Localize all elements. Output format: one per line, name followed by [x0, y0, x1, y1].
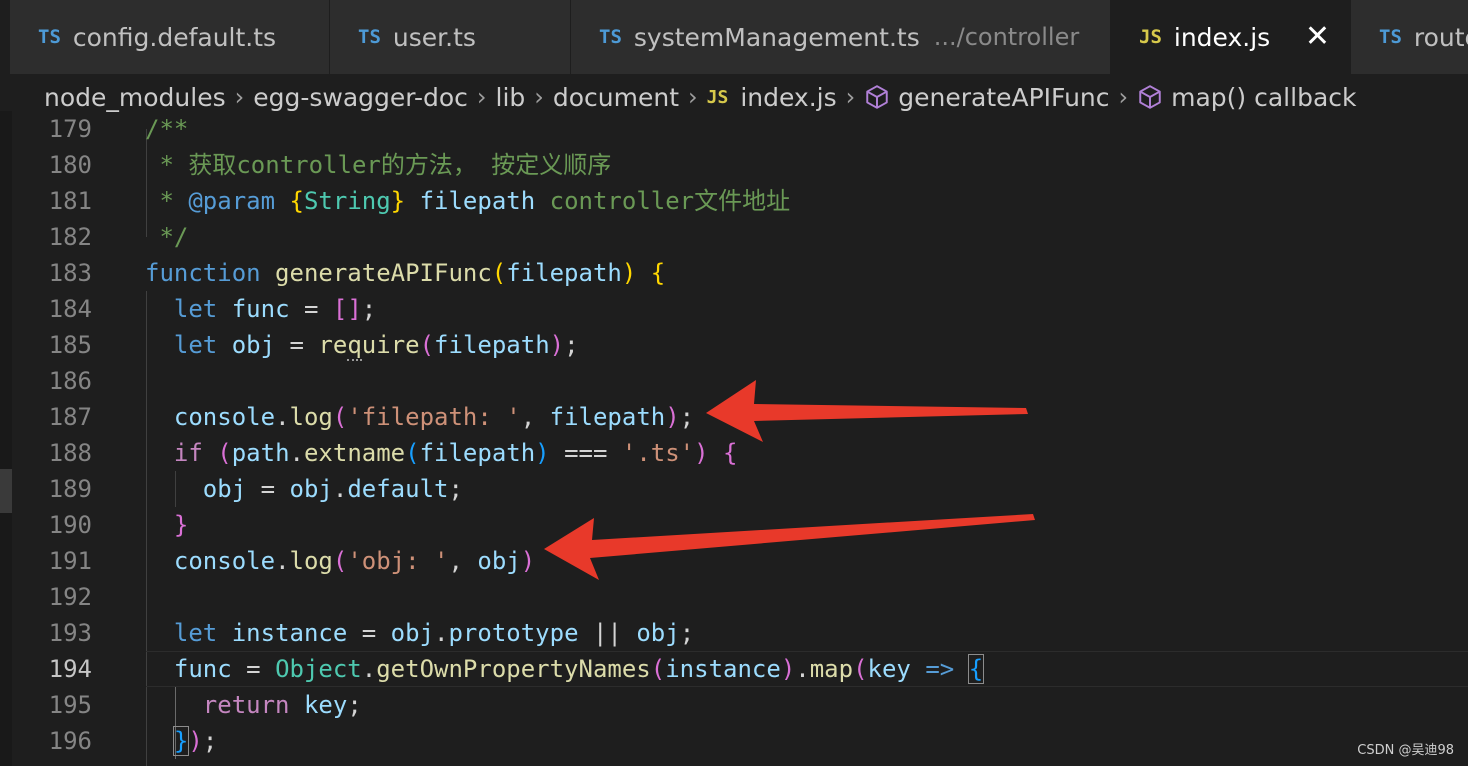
- chevron-right-icon: ›: [1118, 83, 1129, 111]
- chevron-right-icon: ›: [845, 83, 856, 111]
- code-text: let func = [];: [173, 295, 377, 323]
- code-line[interactable]: 180 * 获取controller的方法， 按定义顺序: [12, 147, 1468, 183]
- code-text: */: [145, 223, 189, 251]
- breadcrumb-item-lib[interactable]: lib: [496, 83, 526, 112]
- watermark: CSDN @吴迪98: [1357, 743, 1454, 758]
- code-line[interactable]: 183 function generateAPIFunc(filepath) {: [12, 255, 1468, 291]
- code-line[interactable]: 190 }: [12, 507, 1468, 543]
- code-text: func = Object.getOwnPropertyNames(instan…: [173, 654, 985, 684]
- code-text: return key;: [202, 691, 362, 719]
- breadcrumb-item-egg-swagger-doc[interactable]: egg-swagger-doc: [253, 83, 468, 112]
- javascript-file-icon: JS: [1139, 26, 1162, 48]
- close-tab-icon[interactable]: ✕: [1305, 22, 1330, 52]
- code-text: });: [172, 726, 218, 756]
- code-editor[interactable]: 179/** 180 * 获取controller的方法， 按定义顺序 181 * …: [0, 111, 1468, 766]
- code-line[interactable]: 184 let func = [];: [12, 291, 1468, 327]
- code-text: if (path.extname(filepath) === '.ts') {: [173, 439, 738, 467]
- code-line[interactable]: 179 /**: [12, 111, 1468, 147]
- symbol-method-icon: [866, 85, 888, 109]
- line-number: 189: [48, 475, 92, 503]
- code-line[interactable]: 187 console.log('filepath: ', filepath);: [12, 399, 1468, 435]
- typescript-file-icon: TS: [358, 26, 381, 48]
- code-text: function generateAPIFunc(filepath) {: [145, 259, 666, 287]
- chevron-right-icon: ›: [688, 83, 698, 111]
- tab-route[interactable]: TS route: [1351, 0, 1468, 74]
- line-number: 193: [48, 619, 92, 647]
- line-number: 182: [48, 223, 92, 251]
- code-text: * @param {String} filepath controller文件地…: [145, 187, 791, 215]
- line-number: 191: [48, 547, 92, 575]
- line-number: 184: [48, 295, 92, 323]
- code-text: /**: [145, 115, 189, 143]
- code-line[interactable]: 181 * @param {String} filepath controlle…: [12, 183, 1468, 219]
- code-line[interactable]: 193 let instance = obj.prototype || obj;: [12, 615, 1468, 651]
- code-text: console.log('filepath: ', filepath);: [173, 403, 695, 431]
- typescript-file-icon: TS: [38, 26, 61, 48]
- line-number: 195: [48, 691, 92, 719]
- line-number: 180: [48, 151, 92, 179]
- code-line[interactable]: 185 let obj = require(filepath);: [12, 327, 1468, 363]
- code-line[interactable]: 188 if (path.extname(filepath) === '.ts'…: [12, 435, 1468, 471]
- code-line[interactable]: 186: [12, 363, 1468, 399]
- breadcrumb-item-node-modules[interactable]: node_modules: [44, 83, 226, 112]
- breadcrumb-item-file[interactable]: index.js: [740, 83, 836, 112]
- tab-bar-left-strip: [0, 0, 10, 74]
- javascript-file-icon: JS: [706, 86, 729, 108]
- line-number: 179: [48, 115, 92, 143]
- tab-systemmanagement-ts[interactable]: TS systemManagement.ts .../controller: [571, 0, 1111, 74]
- activity-strip: [0, 111, 12, 766]
- symbol-method-icon: [1139, 85, 1161, 109]
- line-number: 196: [48, 727, 92, 755]
- tab-config-default-ts[interactable]: TS config.default.ts: [10, 0, 330, 74]
- line-number: 183: [48, 259, 92, 287]
- tab-description: .../controller: [933, 23, 1080, 51]
- code-text: obj = obj.default;: [202, 475, 463, 503]
- breadcrumb-item-function[interactable]: generateAPIFunc: [898, 83, 1109, 112]
- code-text: }: [173, 511, 189, 539]
- typescript-file-icon: TS: [1379, 26, 1402, 48]
- chevron-right-icon: ›: [534, 83, 544, 111]
- tab-user-ts[interactable]: TS user.ts: [330, 0, 571, 74]
- tab-label: config.default.ts: [72, 22, 277, 52]
- code-line[interactable]: 182 */: [12, 219, 1468, 255]
- chevron-right-icon: ›: [476, 83, 487, 111]
- code-line[interactable]: 194 func = Object.getOwnPropertyNames(in…: [12, 651, 1468, 687]
- line-number: 194: [48, 655, 92, 683]
- typescript-file-icon: TS: [599, 26, 622, 48]
- tab-label: index.js: [1173, 22, 1271, 52]
- editor-tab-bar: TS config.default.ts TS user.ts TS syste…: [0, 0, 1468, 75]
- line-number: 187: [48, 403, 92, 431]
- breadcrumb-item-document[interactable]: document: [553, 83, 679, 112]
- breadcrumb-item-callback[interactable]: map() callback: [1171, 83, 1356, 112]
- line-number: 185: [48, 331, 92, 359]
- tab-label: user.ts: [392, 22, 476, 52]
- line-number: 190: [48, 511, 92, 539]
- code-text: * 获取controller的方法， 按定义顺序: [145, 151, 612, 179]
- code-line[interactable]: 192: [12, 579, 1468, 615]
- chevron-right-icon: ›: [234, 83, 245, 111]
- line-number: 188: [48, 439, 92, 467]
- scroll-marker: [0, 469, 12, 513]
- code-line[interactable]: 189 obj = obj.default;: [12, 471, 1468, 507]
- code-text: let obj = require(filepath);: [173, 331, 579, 361]
- line-number: 186: [48, 367, 92, 395]
- code-line[interactable]: 195 return key;: [12, 687, 1468, 723]
- line-number: 181: [48, 187, 92, 215]
- line-number: 192: [48, 583, 92, 611]
- tab-label: systemManagement.ts: [633, 22, 920, 52]
- code-text: let instance = obj.prototype || obj;: [173, 619, 695, 647]
- code-line[interactable]: 191 console.log('obj: ', obj): [12, 543, 1468, 579]
- tab-label: route: [1413, 22, 1468, 52]
- tab-index-js-active[interactable]: JS index.js ✕: [1111, 0, 1351, 74]
- code-text: console.log('obj: ', obj): [173, 547, 536, 575]
- code-line[interactable]: 196 });: [12, 723, 1468, 759]
